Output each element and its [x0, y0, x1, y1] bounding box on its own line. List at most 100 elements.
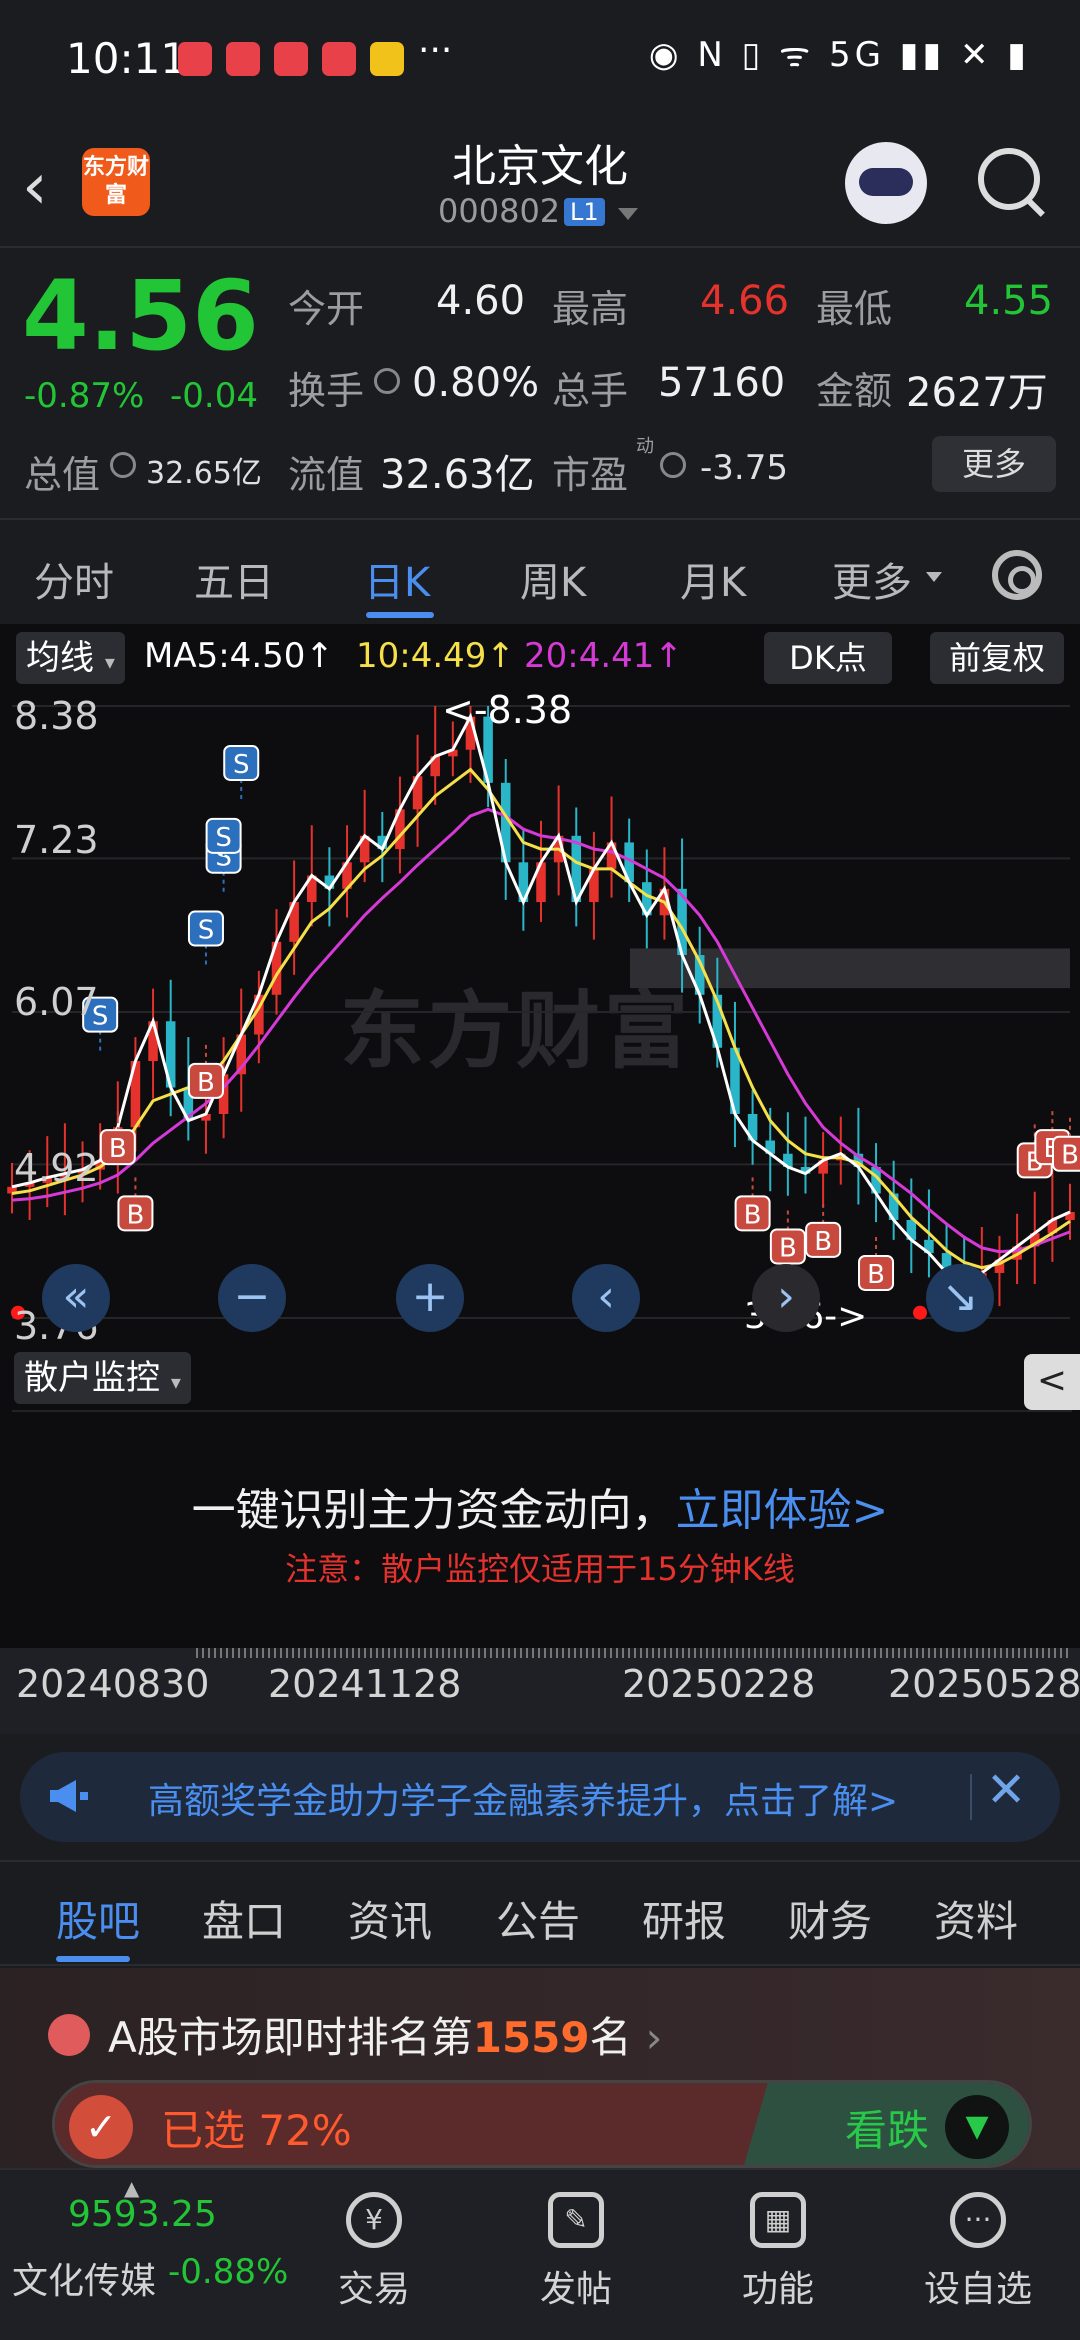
- zoom-in-icon[interactable]: +: [396, 1264, 464, 1332]
- grid-icon: ▦: [750, 2192, 806, 2248]
- assistant-robot-icon[interactable]: [845, 142, 927, 224]
- nav-post[interactable]: ✎ 发帖: [516, 2170, 636, 2312]
- sector-change: -0.88%: [168, 2252, 289, 2292]
- tab-weekly-k[interactable]: 周K: [520, 550, 586, 608]
- tab-five-day[interactable]: 五日: [194, 550, 274, 608]
- change-percent: -0.87%: [24, 376, 145, 416]
- tab-news[interactable]: 资讯: [348, 1888, 432, 1949]
- monitor-promo-text: 一键识别主力资金动向，: [191, 1485, 676, 1536]
- adjust-button[interactable]: 前复权: [930, 632, 1064, 684]
- check-icon: ✓: [69, 2095, 133, 2159]
- scroll-right-icon[interactable]: ›: [752, 1264, 820, 1332]
- close-icon[interactable]: ✕: [986, 1762, 1026, 1818]
- tab-intraday[interactable]: 分时: [34, 550, 114, 608]
- tab-finance[interactable]: 财务: [788, 1888, 872, 1949]
- header: 北京文化 ‹ 东方财富 000802 L1: [0, 120, 1080, 248]
- ranking-text[interactable]: A股市场即时排名第1559名 ›: [108, 2004, 662, 2065]
- amount-value: 2627万: [906, 370, 1048, 416]
- vote-down-label[interactable]: 看跌: [845, 2097, 929, 2158]
- nav-add-watchlist[interactable]: ··· 设自选: [918, 2170, 1038, 2312]
- vote-bar: ✓ 已选 72% 看跌 ▼: [52, 2080, 1032, 2168]
- info-icon[interactable]: [374, 368, 400, 394]
- tab-research[interactable]: 研报: [642, 1888, 726, 1949]
- kline-chart[interactable]: SSSSSBBBBBBBBBB: [0, 686, 1080, 1358]
- nav-functions-label: 功能: [741, 2269, 814, 2310]
- status-bar: 10:11 ··· ◉ N ▯ ᯤ 5G ▮▮ ✕ ▮: [0, 0, 1080, 120]
- nav-trade[interactable]: ¥ 交易: [314, 2170, 434, 2312]
- buy-marker-label: B: [197, 1068, 215, 1098]
- last-price: 4.56: [22, 260, 259, 372]
- low-value: 4.55: [964, 278, 1054, 324]
- quote-panel: 4.56 -0.87% -0.04 今开 4.60 最高 4.66 最低 4.5…: [0, 250, 1080, 515]
- chevron-right-icon: ›: [645, 2013, 663, 2062]
- promo-banner[interactable]: 高额奖学金助力学子金融素养提升，点击了解> ✕: [20, 1752, 1060, 1842]
- banner-text[interactable]: 高额奖学金助力学子金融素养提升，点击了解>: [148, 1772, 948, 1824]
- chevron-down-icon[interactable]: [618, 208, 638, 220]
- more-button[interactable]: 更多: [932, 436, 1056, 492]
- notification-icon: [178, 42, 212, 76]
- tab-profile[interactable]: 资料: [934, 1888, 1018, 1949]
- change-value: -0.04: [170, 376, 258, 416]
- reset-view-icon[interactable]: ↘: [926, 1264, 994, 1332]
- back-icon[interactable]: ‹: [22, 150, 72, 224]
- chevron-down-icon: [926, 572, 942, 582]
- turnover-value: 0.80%: [412, 360, 540, 406]
- try-now-link[interactable]: 立即体验>: [676, 1485, 889, 1536]
- sell-marker-label: S: [198, 916, 215, 946]
- info-icon[interactable]: [660, 452, 686, 478]
- buy-marker-label: B: [109, 1134, 127, 1164]
- sector-index-value[interactable]: 9593.25: [68, 2194, 217, 2235]
- vote-down-icon[interactable]: ▼: [945, 2095, 1009, 2159]
- chevron-down-icon: ▾: [170, 1370, 181, 1394]
- turnover-label: 换手: [288, 369, 365, 413]
- dk-point-button[interactable]: DK点: [764, 632, 892, 684]
- info-icon[interactable]: [110, 452, 136, 478]
- nav-functions[interactable]: ▦ 功能: [718, 2170, 838, 2312]
- ranking-prefix: A股市场即时排名第: [108, 2013, 473, 2062]
- collapse-panel-icon[interactable]: <: [1024, 1354, 1080, 1410]
- ma5-readout: MA5:4.50↑: [144, 636, 334, 676]
- y-tick: 7.23: [14, 818, 99, 862]
- buy-marker-label: B: [867, 1260, 885, 1290]
- sector-name[interactable]: 文化传媒: [12, 2252, 156, 2304]
- stock-code[interactable]: 000802: [438, 192, 560, 230]
- weibo-icon: [370, 42, 404, 76]
- date-axis[interactable]: 20240830 20241128 20250228 20250528: [0, 1648, 1080, 1734]
- edit-icon: ✎: [548, 2192, 604, 2248]
- ranking-card: A股市场即时排名第1559名 › ✓ 已选 72% 看跌 ▼: [0, 1968, 1080, 2168]
- zoom-out-icon[interactable]: −: [218, 1264, 286, 1332]
- bottom-nav: ▲ 9593.25 文化传媒 -0.88% ¥ 交易 ✎ 发帖 ▦ 功能 ···…: [0, 2168, 1080, 2340]
- ma-selector[interactable]: 均线 ▾: [16, 632, 125, 684]
- ranking-suffix: 名: [589, 2013, 632, 2062]
- tab-announcements[interactable]: 公告: [496, 1888, 580, 1949]
- y-tick: 6.07: [14, 980, 99, 1024]
- divider: [12, 1410, 1072, 1412]
- tab-daily-k[interactable]: 日K: [364, 550, 430, 608]
- open-value: 4.60: [436, 278, 526, 324]
- active-tab-indicator: [56, 1956, 130, 1962]
- low-label: 最低: [816, 287, 893, 331]
- monitor-selector[interactable]: 散户监控 ▾: [14, 1352, 191, 1404]
- chevron-down-icon: ▾: [104, 650, 115, 674]
- monitor-promo: 一键识别主力资金动向，立即体验>: [0, 1474, 1080, 1538]
- edge-dot: [913, 1305, 927, 1320]
- retail-monitor-panel: 散户监控 ▾ < 一键识别主力资金动向，立即体验> 注意：散户监控仅适用于15分…: [0, 1352, 1080, 1652]
- mktcap-label: 总值: [24, 453, 101, 497]
- search-icon[interactable]: [978, 148, 1040, 210]
- time-scrollbar[interactable]: [196, 1648, 1070, 1658]
- x-tick: 20241128: [268, 1662, 462, 1706]
- notification-icon: [226, 42, 260, 76]
- scroll-left-fast-icon[interactable]: «: [42, 1264, 110, 1332]
- tab-monthly-k[interactable]: 月K: [680, 550, 746, 608]
- eastmoney-logo[interactable]: 东方财富: [82, 148, 150, 216]
- tab-more[interactable]: 更多: [832, 550, 912, 608]
- tab-guba[interactable]: 股吧: [56, 1888, 140, 1949]
- x-tick: 20250228: [622, 1662, 816, 1706]
- gear-icon[interactable]: [992, 550, 1042, 600]
- tab-pankou[interactable]: 盘口: [202, 1888, 286, 1949]
- max-price-note: <-8.38: [442, 688, 573, 732]
- status-time: 10:11: [66, 34, 188, 83]
- pe-superscript: 动: [636, 436, 654, 457]
- scroll-left-icon[interactable]: ‹: [572, 1264, 640, 1332]
- monitor-note: 注意：散户监控仅适用于15分钟K线: [285, 1550, 795, 1588]
